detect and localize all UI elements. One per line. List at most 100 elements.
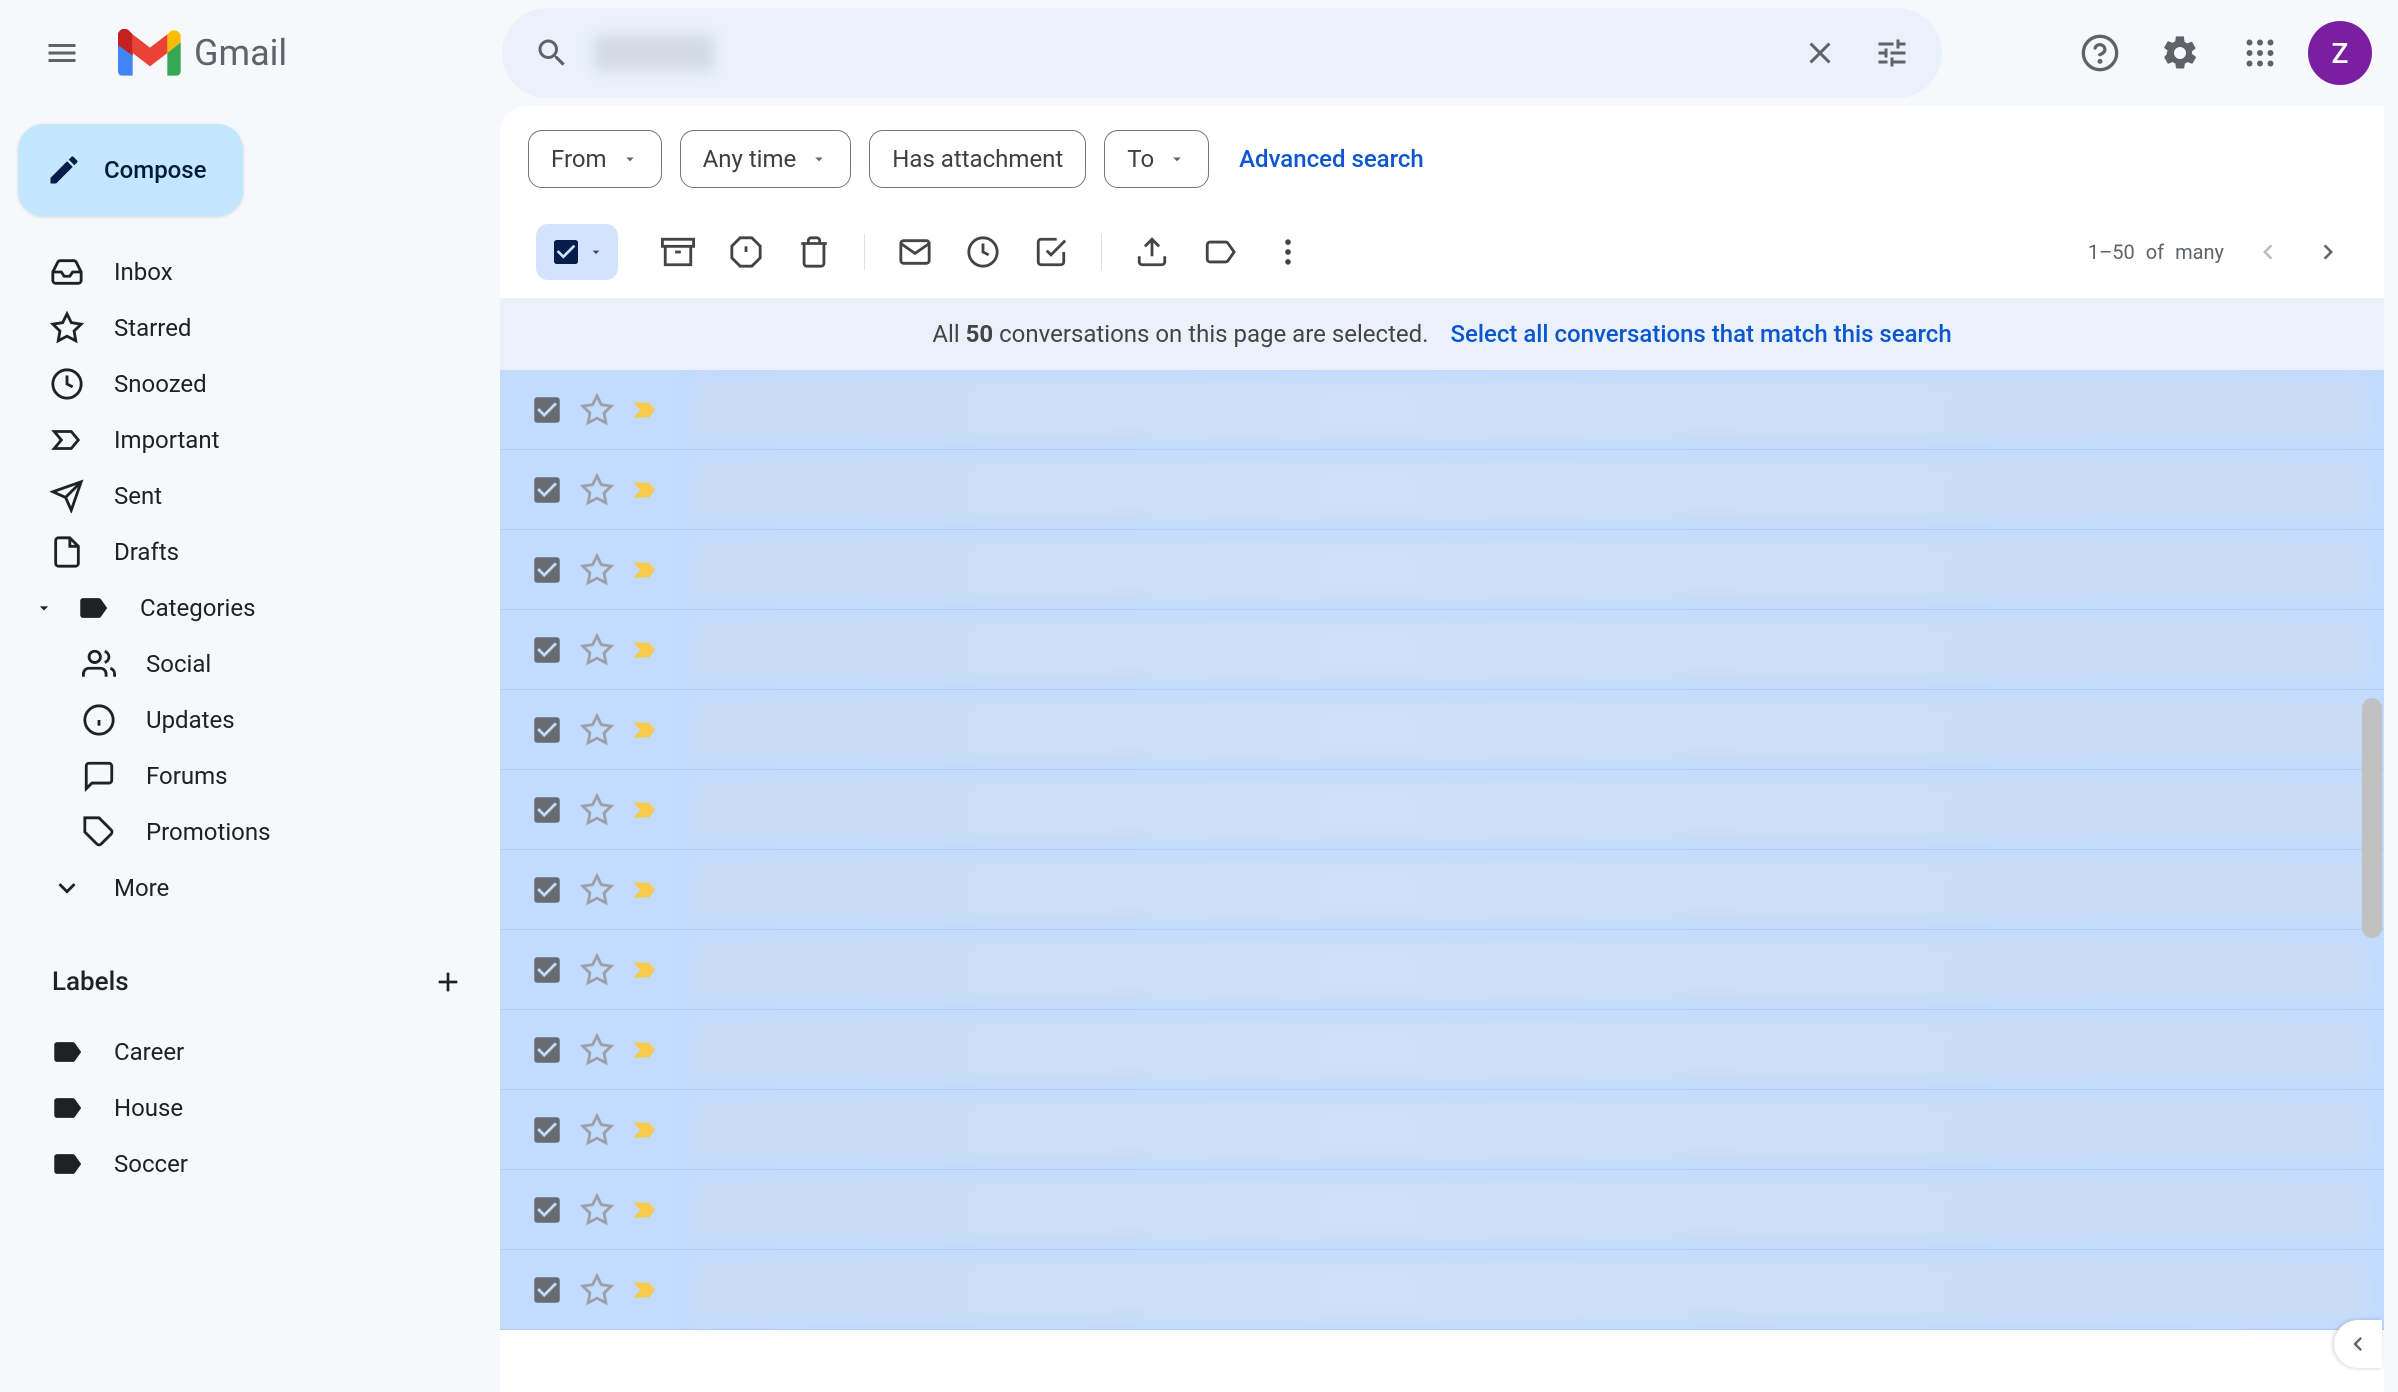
google-apps-button[interactable] [2228,21,2292,85]
caret-down-icon [1168,150,1186,168]
important-marker-icon[interactable] [630,475,660,505]
checkbox-checked-icon[interactable] [530,793,564,827]
important-marker-icon[interactable] [630,875,660,905]
mail-row[interactable] [500,1170,2384,1250]
checkbox-checked-icon[interactable] [530,1193,564,1227]
mail-row[interactable] [500,530,2384,610]
gmail-logo[interactable]: Gmail [110,29,490,77]
inbox-icon [50,255,84,289]
filter-any-time[interactable]: Any time [680,130,852,188]
mail-row[interactable] [500,610,2384,690]
nav-categories[interactable]: Categories [16,580,480,636]
mail-content-blurred [692,699,2368,761]
important-marker-icon[interactable] [630,955,660,985]
star-outline-icon[interactable] [580,473,614,507]
mark-unread-button[interactable] [883,220,947,284]
mail-row[interactable] [500,690,2384,770]
nav-snoozed[interactable]: Snoozed [16,356,480,412]
nav-more[interactable]: More [16,860,480,916]
select-all-checkbox[interactable] [536,224,618,280]
nav-drafts[interactable]: Drafts [16,524,480,580]
search-button[interactable] [522,23,582,83]
search-options-button[interactable] [1862,23,1922,83]
important-marker-icon[interactable] [630,1035,660,1065]
scrollbar[interactable] [2360,698,2384,1392]
star-outline-icon[interactable] [580,1033,614,1067]
star-outline-icon[interactable] [580,1113,614,1147]
checkbox-checked-icon[interactable] [530,1113,564,1147]
nav-promotions[interactable]: Promotions [16,804,480,860]
checkbox-checked-icon[interactable] [530,1033,564,1067]
checkbox-checked-icon[interactable] [530,393,564,427]
clear-search-button[interactable] [1790,23,1850,83]
delete-button[interactable] [782,220,846,284]
mail-row[interactable] [500,850,2384,930]
main-panel: From Any time Has attachment To Advanced… [500,106,2384,1392]
mail-row[interactable] [500,370,2384,450]
snooze-button[interactable] [951,220,1015,284]
checkbox-checked-icon[interactable] [530,713,564,747]
add-to-tasks-button[interactable] [1019,220,1083,284]
filter-from[interactable]: From [528,130,662,188]
important-marker-icon[interactable] [630,715,660,745]
star-outline-icon[interactable] [580,553,614,587]
label-house[interactable]: House [16,1080,480,1136]
settings-button[interactable] [2148,21,2212,85]
archive-button[interactable] [646,220,710,284]
mail-row[interactable] [500,1250,2384,1330]
support-button[interactable] [2068,21,2132,85]
star-outline-icon[interactable] [580,953,614,987]
important-marker-icon[interactable] [630,395,660,425]
important-marker-icon[interactable] [630,1115,660,1145]
main-menu-button[interactable] [26,17,98,89]
add-label-button[interactable] [426,960,470,1004]
labels-button[interactable] [1188,220,1252,284]
nav-important[interactable]: Important [16,412,480,468]
checkbox-checked-icon[interactable] [530,473,564,507]
star-outline-icon[interactable] [580,793,614,827]
mail-row[interactable] [500,770,2384,850]
star-outline-icon[interactable] [580,1273,614,1307]
compose-button[interactable]: Compose [18,124,243,216]
star-outline-icon[interactable] [580,873,614,907]
move-to-button[interactable] [1120,220,1184,284]
important-marker-icon[interactable] [630,795,660,825]
checkbox-checked-icon[interactable] [530,873,564,907]
checkbox-checked-icon[interactable] [530,553,564,587]
checkbox-checked-icon[interactable] [530,1273,564,1307]
older-button[interactable] [2300,224,2356,280]
important-marker-icon[interactable] [630,555,660,585]
nav-updates[interactable]: Updates [16,692,480,748]
nav-inbox[interactable]: Inbox [16,244,480,300]
star-outline-icon[interactable] [580,713,614,747]
more-actions-button[interactable] [1256,220,1320,284]
nav-sent[interactable]: Sent [16,468,480,524]
advanced-search-link[interactable]: Advanced search [1227,145,1436,173]
account-avatar[interactable]: Z [2308,21,2372,85]
mail-row[interactable] [500,1010,2384,1090]
chevron-down-icon [50,871,84,905]
newer-button[interactable] [2240,224,2296,280]
select-all-matching-link[interactable]: Select all conversations that match this… [1450,320,1951,348]
important-marker-icon[interactable] [630,1195,660,1225]
star-outline-icon[interactable] [580,1193,614,1227]
nav-starred[interactable]: Starred [16,300,480,356]
mail-row[interactable] [500,930,2384,1010]
mail-row[interactable] [500,450,2384,530]
filter-has-attachment[interactable]: Has attachment [869,130,1086,188]
label-soccer[interactable]: Soccer [16,1136,480,1192]
nav-social[interactable]: Social [16,636,480,692]
report-spam-button[interactable] [714,220,778,284]
important-marker-icon[interactable] [630,1275,660,1305]
side-panel-toggle[interactable] [2334,1320,2382,1368]
nav-forums[interactable]: Forums [16,748,480,804]
mail-row[interactable] [500,1090,2384,1170]
checkbox-checked-icon[interactable] [530,633,564,667]
label-career[interactable]: Career [16,1024,480,1080]
checkbox-checked-icon[interactable] [530,953,564,987]
filter-to[interactable]: To [1104,130,1209,188]
important-marker-icon[interactable] [630,635,660,665]
scrollbar-thumb[interactable] [2362,698,2382,938]
star-outline-icon[interactable] [580,633,614,667]
star-outline-icon[interactable] [580,393,614,427]
